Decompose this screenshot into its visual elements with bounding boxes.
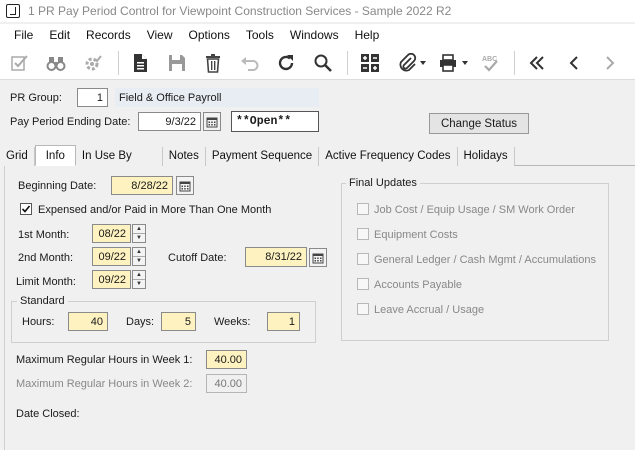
menu-windows[interactable]: Windows [282,24,347,46]
binoculars-icon[interactable] [45,51,69,75]
change-status-button[interactable]: Change Status [429,113,529,134]
cutoff-date-input[interactable]: 8/31/22 [245,247,307,267]
trash-icon[interactable] [201,51,225,75]
window-title: 1 PR Pay Period Control for Viewpoint Co… [28,4,452,18]
beginning-date-input[interactable]: 8/28/22 [111,176,173,195]
limit-month-input[interactable]: 09/22 [92,270,131,289]
down-arrow-icon[interactable]: ▼ [133,234,145,242]
gear-check-icon[interactable] [81,51,105,75]
final-updates-title: Final Updates [346,177,420,189]
calendar-icon[interactable] [176,176,194,195]
tab-info[interactable]: Info [34,145,76,166]
checklist-icon[interactable] [8,51,32,75]
grid-layout-icon[interactable] [358,51,382,75]
menu-view[interactable]: View [139,24,181,46]
days-input[interactable]: 5 [161,312,196,331]
refresh-icon[interactable] [274,51,298,75]
first-month-input[interactable]: 08/22 [92,224,131,243]
first-record-icon[interactable] [525,51,549,75]
max-week1-input[interactable]: 40.00 [206,350,247,369]
final-update-leave-label: Leave Accrual / Usage [374,304,485,316]
undo-icon[interactable] [238,51,262,75]
menu-edit[interactable]: Edit [41,24,78,46]
weeks-input[interactable]: 1 [267,312,300,331]
date-closed-label: Date Closed: [16,408,80,420]
expensed-label: Expensed and/or Paid in More Than One Mo… [38,204,272,216]
max-week1-label: Maximum Regular Hours in Week 1: [16,354,193,366]
pr-group-description: Field & Office Payroll [115,88,319,107]
tab-holidays[interactable]: Holidays [457,147,515,166]
days-label: Days: [126,316,155,328]
menu-records[interactable]: Records [78,24,139,46]
menu-tools[interactable]: Tools [238,24,282,46]
tab-payment-sequence[interactable]: Payment Sequence [205,147,320,166]
toolbar-separator [347,50,349,75]
cutoff-date-label: Cutoff Date: [168,252,227,264]
app-icon [6,4,20,18]
printer-icon[interactable] [436,51,460,75]
pay-period-label: Pay Period Ending Date: [10,116,131,128]
final-update-job-cost-label: Job Cost / Equip Usage / SM Work Order [374,204,575,216]
final-update-gl-label: General Ledger / Cash Mgmt / Accumulatio… [374,254,596,266]
second-month-label: 2nd Month: [18,252,74,264]
pr-group-label: PR Group: [10,92,62,104]
toolbar: ABC [0,46,635,80]
first-month-spinner[interactable]: ▲ ▼ [132,224,146,243]
new-document-icon[interactable] [128,51,152,75]
hours-label: Hours: [22,316,55,328]
standard-group-title: Standard [17,295,68,307]
final-update-checkbox [357,253,369,265]
weeks-label: Weeks: [214,316,251,328]
final-update-equipment-label: Equipment Costs [374,229,458,241]
menu-options[interactable]: Options [181,24,238,46]
toolbar-separator [514,50,516,75]
tab-active-frequency-codes[interactable]: Active Frequency Codes [319,147,458,166]
next-record-icon[interactable] [598,51,622,75]
title-bar: 1 PR Pay Period Control for Viewpoint Co… [0,0,635,22]
tab-grid[interactable]: Grid [0,147,35,166]
menu-help[interactable]: Help [347,24,388,46]
status-display: **Open** [231,111,319,132]
previous-record-icon[interactable] [562,51,586,75]
pay-period-ending-date-input[interactable]: 9/3/22 [138,112,201,131]
checkmark-icon [21,205,31,213]
attach-dropdown-icon[interactable] [420,51,427,75]
save-icon[interactable] [165,51,189,75]
final-update-checkbox [357,203,369,215]
down-arrow-icon[interactable]: ▼ [133,280,145,288]
limit-month-label: Limit Month: [16,276,76,288]
first-month-label: 1st Month: [18,229,70,241]
calendar-icon[interactable] [203,112,221,131]
search-icon[interactable] [311,51,335,75]
paperclip-icon[interactable] [395,51,419,75]
final-update-ap-label: Accounts Payable [374,279,463,291]
max-week2-input: 40.00 [206,374,247,393]
beginning-date-label: Beginning Date: [18,180,97,192]
max-week2-label: Maximum Regular Hours in Week 2: [16,378,193,390]
up-arrow-icon[interactable]: ▲ [133,248,145,257]
expensed-checkbox[interactable] [20,203,32,215]
menu-file[interactable]: File [0,24,41,46]
tab-bar: Grid Info In Use By Notes Payment Sequen… [0,145,635,166]
tab-in-use-by[interactable]: In Use By [75,147,163,166]
final-update-checkbox [357,278,369,290]
up-arrow-icon[interactable]: ▲ [133,271,145,280]
toolbar-separator [117,50,119,75]
hours-input[interactable]: 40 [68,312,108,331]
menu-bar: File Edit Records View Options Tools Win… [0,24,635,46]
final-update-checkbox [357,303,369,315]
print-dropdown-icon[interactable] [461,51,468,75]
up-arrow-icon[interactable]: ▲ [133,225,145,234]
limit-month-spinner[interactable]: ▲ ▼ [132,270,146,289]
final-update-checkbox [357,228,369,240]
tab-notes[interactable]: Notes [162,147,206,166]
second-month-input[interactable]: 09/22 [92,247,131,266]
second-month-spinner[interactable]: ▲ ▼ [132,247,146,266]
calendar-icon[interactable] [309,248,327,267]
down-arrow-icon[interactable]: ▼ [133,257,145,265]
pr-group-input[interactable]: 1 [77,88,108,107]
spellcheck-icon[interactable]: ABC [478,51,502,75]
